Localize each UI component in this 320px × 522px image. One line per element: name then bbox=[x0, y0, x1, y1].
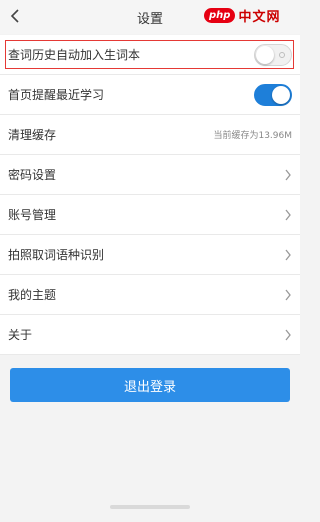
watermark-text: 中文网 bbox=[238, 9, 281, 25]
setting-row-clear-cache[interactable]: 清理缓存 当前缓存为13.96M bbox=[0, 115, 300, 155]
chevron-right-icon bbox=[285, 249, 291, 260]
cache-size-value: 当前缓存为13.96M bbox=[213, 131, 292, 141]
toggle-knob bbox=[272, 85, 290, 104]
setting-row-photo-language[interactable]: 拍照取词语种识别 bbox=[0, 235, 300, 275]
page-title: 设置 bbox=[136, 11, 163, 27]
back-button[interactable] bbox=[4, 4, 26, 28]
setting-label: 首页提醒最近学习 bbox=[8, 88, 105, 102]
setting-label: 拍照取词语种识别 bbox=[8, 248, 105, 262]
toggle-off-indicator bbox=[279, 51, 285, 58]
setting-row-account[interactable]: 账号管理 bbox=[0, 195, 300, 235]
home-indicator bbox=[110, 505, 190, 509]
setting-row-theme[interactable]: 我的主题 bbox=[0, 275, 300, 315]
setting-label: 我的主题 bbox=[8, 288, 57, 302]
setting-label: 查词历史自动加入生词本 bbox=[8, 48, 141, 62]
chevron-left-icon bbox=[10, 9, 19, 23]
setting-row-history-to-wordbook[interactable]: 查词历史自动加入生词本 bbox=[0, 35, 300, 75]
setting-label: 关于 bbox=[8, 328, 33, 342]
settings-list: 查词历史自动加入生词本 首页提醒最近学习 清理缓存 当前缓存为13.96M 密码… bbox=[0, 35, 300, 355]
setting-row-about[interactable]: 关于 bbox=[0, 315, 300, 355]
setting-label: 账号管理 bbox=[8, 208, 57, 222]
setting-label: 密码设置 bbox=[8, 168, 57, 182]
site-watermark: php 中文网 bbox=[204, 2, 296, 28]
settings-screen: 设置 php 中文网 查词历史自动加入生词本 首页提醒最近学习 清理缓存 当前缓… bbox=[0, 0, 300, 522]
toggle-knob bbox=[256, 45, 274, 64]
chevron-right-icon bbox=[285, 329, 291, 340]
logout-button[interactable]: 退出登录 bbox=[10, 368, 290, 402]
setting-row-password[interactable]: 密码设置 bbox=[0, 155, 300, 195]
setting-label: 清理缓存 bbox=[8, 128, 57, 142]
setting-row-recent-study-reminder[interactable]: 首页提醒最近学习 bbox=[0, 75, 300, 115]
chevron-right-icon bbox=[285, 209, 291, 220]
chevron-right-icon bbox=[285, 289, 291, 300]
watermark-logo: php bbox=[204, 7, 236, 23]
chevron-right-icon bbox=[285, 169, 291, 180]
history-to-wordbook-toggle[interactable] bbox=[254, 43, 292, 66]
header-bar: 设置 php 中文网 bbox=[0, 0, 300, 34]
recent-study-reminder-toggle[interactable] bbox=[254, 83, 292, 106]
